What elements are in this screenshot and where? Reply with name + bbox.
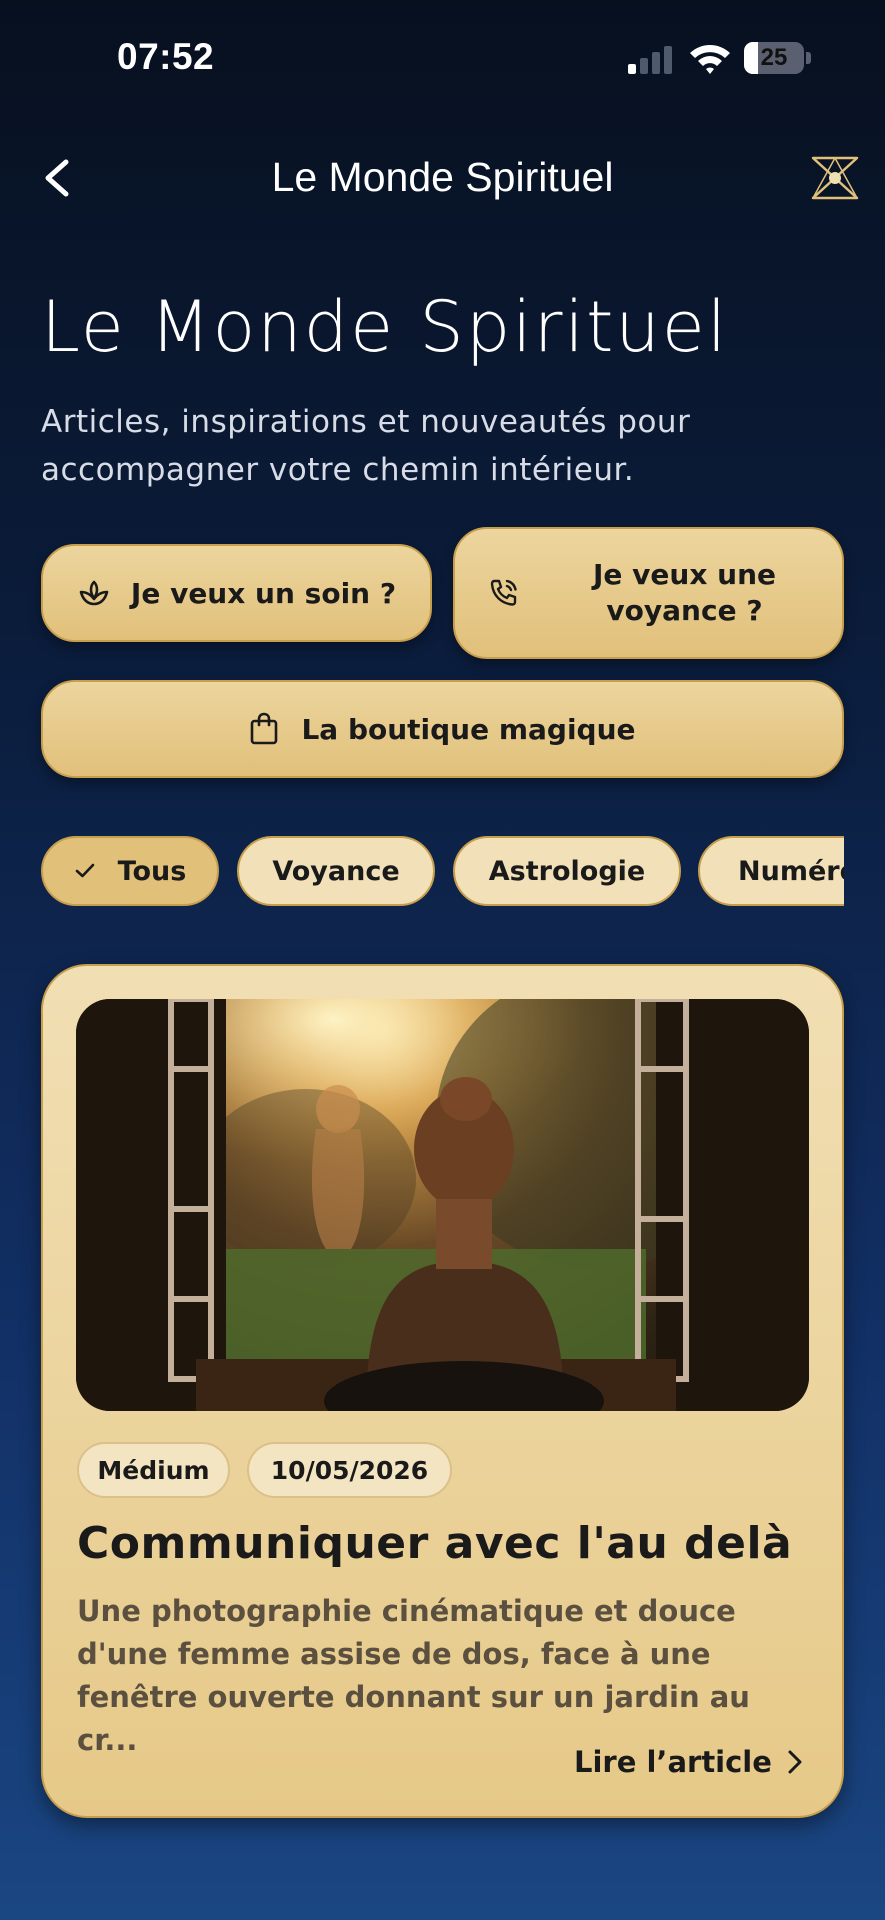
cellular-signal-icon <box>628 46 674 74</box>
battery-tip <box>806 52 811 64</box>
lotus-icon <box>79 580 109 606</box>
read-article-link[interactable]: Lire l’article <box>574 1745 804 1779</box>
magic-shop-button[interactable]: La boutique magique <box>41 680 844 778</box>
shopping-bag-icon <box>251 712 278 745</box>
care-request-label: Je veux un soin ? <box>130 576 397 610</box>
filter-chip-voyance[interactable]: Voyance <box>237 836 435 906</box>
filter-chip-label: Astrologie <box>488 855 646 887</box>
read-article-label: Lire l’article <box>574 1745 772 1779</box>
magic-shop-label: La boutique magique <box>301 712 636 746</box>
filter-chip-all[interactable]: Tous <box>41 836 219 906</box>
hourglass-logo-icon[interactable] <box>810 156 860 200</box>
wifi-icon <box>690 45 730 74</box>
chevron-right-icon <box>788 1750 802 1774</box>
clairvoyance-request-button[interactable]: Je veux une voyance ? <box>453 527 844 659</box>
filter-chip-label: Voyance <box>272 855 400 887</box>
filter-chip-label: Tous <box>117 855 187 887</box>
filter-chip-numerologie[interactable]: Numérologie <box>698 836 844 906</box>
checkmark-icon <box>75 863 94 878</box>
category-filter-bar[interactable]: Tous Voyance Astrologie Numérologie <box>41 836 844 908</box>
article-date-badge: 10/05/2026 <box>247 1442 452 1498</box>
page-subtitle: Articles, inspirations et nouveautés pou… <box>41 404 691 488</box>
filter-chip-astrologie[interactable]: Astrologie <box>453 836 681 906</box>
article-category-badge: Médium <box>77 1442 230 1498</box>
status-time: 07:52 <box>117 36 215 77</box>
battery-icon: 25 <box>744 42 804 74</box>
article-title: Communiquer avec l'au delà <box>77 1518 793 1569</box>
page-title: Le Monde Spirituel <box>41 286 729 368</box>
nav-title: Le Monde Spirituel <box>271 154 614 200</box>
battery-level: 25 <box>760 44 788 71</box>
phone-call-icon <box>490 579 517 606</box>
article-excerpt: Une photographie cinématique et douce d'… <box>77 1594 750 1757</box>
filter-chip-label: Numérologie <box>738 855 844 887</box>
article-image <box>76 999 809 1411</box>
clairvoyance-request-label: Je veux une voyance ? <box>593 558 776 627</box>
care-request-button[interactable]: Je veux un soin ? <box>41 544 432 642</box>
